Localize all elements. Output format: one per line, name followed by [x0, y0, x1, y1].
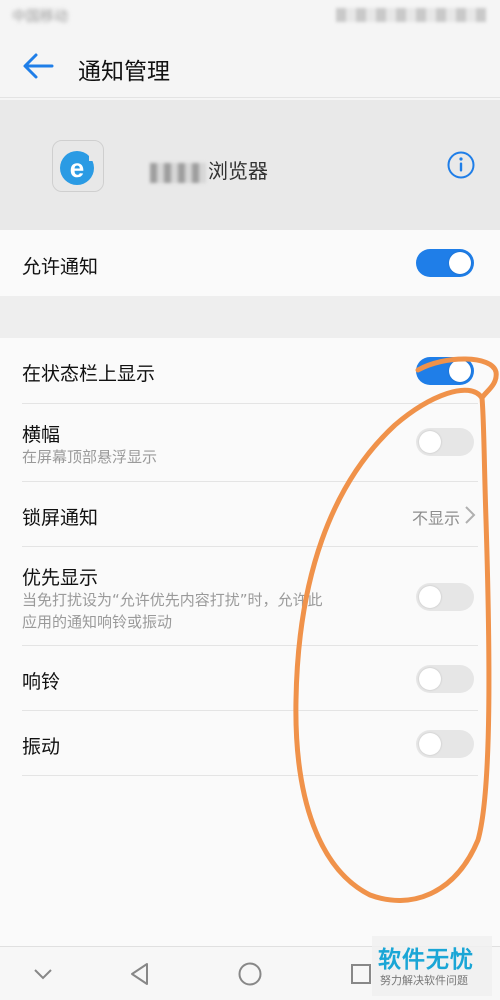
row-status-bar-display[interactable]: 在状态栏上显示	[0, 338, 500, 404]
priority-subtitle-line2: 应用的通知响铃或振动	[22, 613, 173, 631]
row-lock-screen[interactable]: 锁屏通知 不显示	[0, 482, 500, 547]
toggle-knob	[419, 733, 441, 755]
app-bar: 通知管理	[0, 30, 500, 98]
app-icon: e	[52, 140, 104, 192]
status-bar: 中国移动	[0, 0, 500, 30]
chevron-down-icon[interactable]	[28, 959, 58, 989]
status-icons-blurred	[336, 8, 486, 22]
svg-text:e: e	[70, 153, 84, 183]
watermark: 软件无忧 努力解决软件问题	[372, 936, 492, 996]
section-gap	[0, 296, 500, 338]
status-bar-display-label: 在状态栏上显示	[22, 363, 156, 385]
watermark-sub-text: 努力解决软件问题	[380, 974, 468, 987]
priority-subtitle-line1: 当免打扰设为“允许优先内容打扰”时，允许此	[22, 591, 323, 609]
row-vibrate[interactable]: 振动	[0, 711, 500, 776]
toggle-knob	[419, 431, 441, 453]
priority-label: 优先显示	[22, 567, 99, 589]
allow-notifications-label: 允许通知	[22, 256, 99, 278]
row-priority[interactable]: 优先显示 当免打扰设为“允许优先内容打扰”时，允许此 应用的通知响铃或振动	[0, 547, 500, 646]
priority-toggle[interactable]	[416, 583, 474, 611]
ringtone-label: 响铃	[22, 671, 61, 693]
app-name-suffix: 浏览器	[208, 159, 268, 183]
app-name: 浏览器	[150, 155, 268, 184]
toggle-knob	[419, 586, 441, 608]
banner-label: 横幅	[22, 424, 61, 446]
vibrate-label: 振动	[22, 736, 61, 758]
banner-toggle[interactable]	[416, 428, 474, 456]
ringtone-toggle[interactable]	[416, 665, 474, 693]
status-bar-display-toggle[interactable]	[416, 357, 474, 385]
toggle-knob	[449, 360, 471, 382]
carrier-text: 中国移动	[12, 9, 68, 25]
row-banner[interactable]: 横幅 在屏幕顶部悬浮显示	[0, 404, 500, 482]
row-allow-notifications[interactable]: 允许通知	[0, 230, 500, 296]
lock-screen-value: 不显示	[411, 509, 460, 528]
app-name-blurred	[150, 162, 206, 183]
watermark-main-text: 软件无忧	[378, 947, 474, 973]
banner-subtitle: 在屏幕顶部悬浮显示	[22, 448, 158, 466]
lock-screen-label: 锁屏通知	[22, 507, 99, 529]
home-circle-icon[interactable]	[235, 959, 265, 989]
toggle-knob	[419, 668, 441, 690]
arrow-left-icon[interactable]	[18, 48, 58, 84]
page-title: 通知管理	[78, 59, 170, 85]
allow-notifications-toggle[interactable]	[416, 249, 474, 277]
toggle-knob	[449, 252, 471, 274]
divider	[22, 775, 478, 776]
browser-e-icon: e	[53, 141, 103, 191]
chevron-right-icon	[465, 506, 476, 524]
row-ringtone[interactable]: 响铃	[0, 646, 500, 711]
back-triangle-icon[interactable]	[125, 959, 155, 989]
vibrate-toggle[interactable]	[416, 730, 474, 758]
info-circle-icon[interactable]	[446, 150, 476, 180]
